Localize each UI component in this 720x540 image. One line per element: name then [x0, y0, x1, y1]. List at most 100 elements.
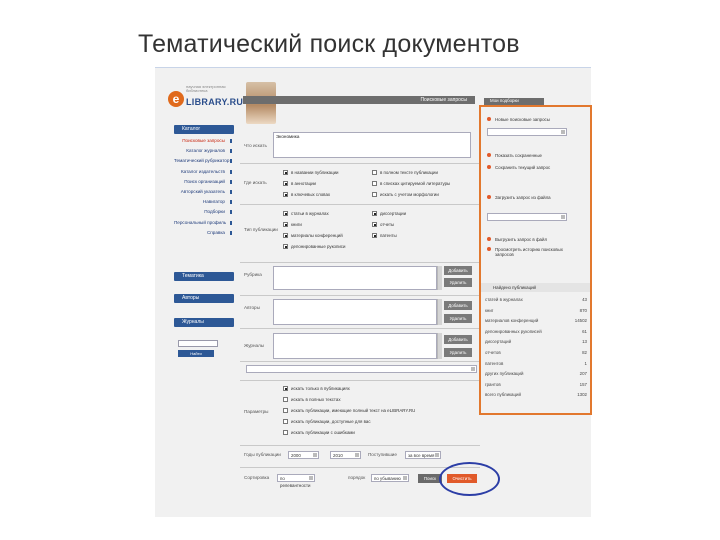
journal-label: Журналы — [244, 343, 265, 348]
params-option-label: искать публикации, доступные для вас — [291, 419, 371, 424]
highlight-oval — [439, 462, 500, 496]
sidebar-item[interactable]: Навигатор — [174, 197, 234, 207]
sidebar-item[interactable]: Подборки — [174, 207, 234, 217]
type-option-label: книги — [291, 222, 302, 227]
type-option-label: патенты — [380, 233, 397, 238]
year-to-select[interactable]: 2010 — [330, 451, 361, 459]
author-list[interactable] — [273, 299, 437, 325]
type-checkbox[interactable] — [372, 211, 377, 216]
sidebar-item[interactable]: Авторский указатель — [174, 187, 234, 197]
author-label: Авторы — [244, 305, 260, 310]
params-option-label: искать публикации с ошибками — [291, 430, 355, 435]
journal-remove-button[interactable]: Удалить — [444, 348, 472, 357]
sidebar-section-authors[interactable]: Авторы — [174, 294, 234, 303]
logo-text: LIBRARY.RU — [186, 97, 244, 107]
params-checkbox[interactable] — [283, 430, 288, 435]
sidebar-item[interactable]: Персональный профиль — [174, 218, 234, 228]
journal-list[interactable] — [273, 333, 437, 359]
bullet-icon — [487, 165, 491, 169]
where-checkbox[interactable] — [283, 192, 288, 197]
logo-e-icon: e — [168, 91, 184, 107]
results-row[interactable]: книг 870 — [485, 306, 589, 317]
where-option-label: в аннотации — [291, 181, 317, 186]
topic-add-button[interactable]: Добавить — [444, 266, 472, 275]
topic-remove-button[interactable]: Удалить — [444, 278, 472, 287]
sidebar-item[interactable]: Каталог издательств — [174, 167, 234, 177]
sidebar-search: Найти — [178, 340, 218, 357]
rp-select[interactable] — [487, 213, 567, 221]
params-option-label: искать только в публикациях — [291, 386, 350, 391]
results-row[interactable]: грантов 157 — [485, 380, 589, 391]
results-row[interactable]: диссертаций 13 — [485, 337, 589, 348]
row-type: Тип публикации статьи в журналах книги м… — [240, 204, 480, 262]
params-checkbox[interactable] — [283, 397, 288, 402]
type-checkbox[interactable] — [372, 222, 377, 227]
sidebar-search-button[interactable]: Найти — [178, 350, 214, 357]
type-checkbox[interactable] — [283, 244, 288, 249]
sidebar-search-input[interactable] — [178, 340, 218, 347]
type-checkbox[interactable] — [283, 233, 288, 238]
type-checkbox[interactable] — [372, 233, 377, 238]
sidebar: e научная электронная библиотека LIBRARY… — [168, 80, 243, 380]
sidebar-section-journals[interactable]: Журналы — [174, 318, 234, 327]
params-checkbox[interactable] — [283, 386, 288, 391]
sidebar-item[interactable]: Поиск организаций — [174, 177, 234, 187]
updated-select[interactable]: за все время — [405, 451, 441, 459]
year-from-select[interactable]: 2000 — [288, 451, 319, 459]
type-label: Тип публикации — [244, 227, 278, 232]
results-row[interactable]: патентов 1 — [485, 359, 589, 370]
row-dropdown — [240, 361, 480, 373]
sidebar-item[interactable]: Справка — [174, 228, 234, 238]
results-row[interactable]: статей в журналах 43 — [485, 295, 589, 306]
sidebar-section-topics[interactable]: Тематика — [174, 272, 234, 281]
bullet-icon — [487, 117, 491, 121]
where-checkbox[interactable] — [372, 181, 377, 186]
row-years: Годы публикации 2000 2010 Поступившие за… — [240, 445, 480, 465]
author-scrollbar[interactable] — [437, 299, 442, 325]
years-label: Годы публикации — [244, 452, 281, 457]
bullet-icon — [487, 195, 491, 199]
type-checkbox[interactable] — [283, 211, 288, 216]
sidebar-item[interactable]: Поисковые запросы — [174, 136, 234, 146]
sidebar-menu: Поисковые запросы Каталог журналов Темат… — [174, 136, 234, 238]
logo-subtitle: научная электронная библиотека — [186, 84, 226, 93]
where-checkbox[interactable] — [283, 170, 288, 175]
journal-scrollbar[interactable] — [437, 333, 442, 359]
results-row[interactable]: отчетов 82 — [485, 348, 589, 359]
author-add-button[interactable]: Добавить — [444, 301, 472, 310]
topic-scrollbar[interactable] — [437, 266, 442, 290]
type-option-label: депонированные рукописи — [291, 244, 346, 249]
where-option-label: в полном тексте публикации — [380, 170, 438, 175]
elibrary-logo[interactable]: e научная электронная библиотека LIBRARY… — [168, 84, 243, 113]
where-option-label: в ключевых словах — [291, 192, 331, 197]
what-textarea[interactable]: Экономика — [273, 132, 471, 158]
row-where: Где искать в названии публикации в аннот… — [240, 163, 480, 201]
sort-select[interactable]: по релевантности — [277, 474, 315, 488]
topic-list[interactable] — [273, 266, 437, 290]
bullet-icon — [487, 237, 491, 241]
where-checkbox[interactable] — [372, 192, 377, 197]
results-row[interactable]: всего публикаций 1302 — [485, 390, 589, 401]
type-option-label: статьи в журналах — [291, 211, 329, 216]
order-select[interactable]: по убыванию — [371, 474, 409, 482]
results-row[interactable]: других публикаций 207 — [485, 369, 589, 380]
where-checkbox[interactable] — [283, 181, 288, 186]
slide-title: Тематический поиск документов — [138, 30, 520, 58]
extra-select[interactable] — [246, 365, 477, 373]
results-row[interactable]: депонированных рукописей 61 — [485, 327, 589, 338]
sidebar-item[interactable]: Каталог журналов — [174, 146, 234, 156]
journal-add-button[interactable]: Добавить — [444, 335, 472, 344]
where-checkbox[interactable] — [372, 170, 377, 175]
results-row[interactable]: материалов конференций 14502 — [485, 316, 589, 327]
row-params: Параметры искать только в публикациях ис… — [240, 380, 480, 444]
order-label: порядок — [348, 475, 366, 480]
sidebar-section-catalog[interactable]: Каталог — [174, 125, 234, 134]
params-option-label: искать публикации, имеющие полный текст … — [291, 408, 416, 413]
author-remove-button[interactable]: Удалить — [444, 314, 472, 323]
rp-select[interactable] — [487, 128, 567, 136]
params-checkbox[interactable] — [283, 419, 288, 424]
params-checkbox[interactable] — [283, 408, 288, 413]
sidebar-item[interactable]: Тематический рубрикатор — [174, 156, 234, 166]
type-checkbox[interactable] — [283, 222, 288, 227]
row-topic: Рубрика Добавить Удалить — [240, 262, 480, 292]
